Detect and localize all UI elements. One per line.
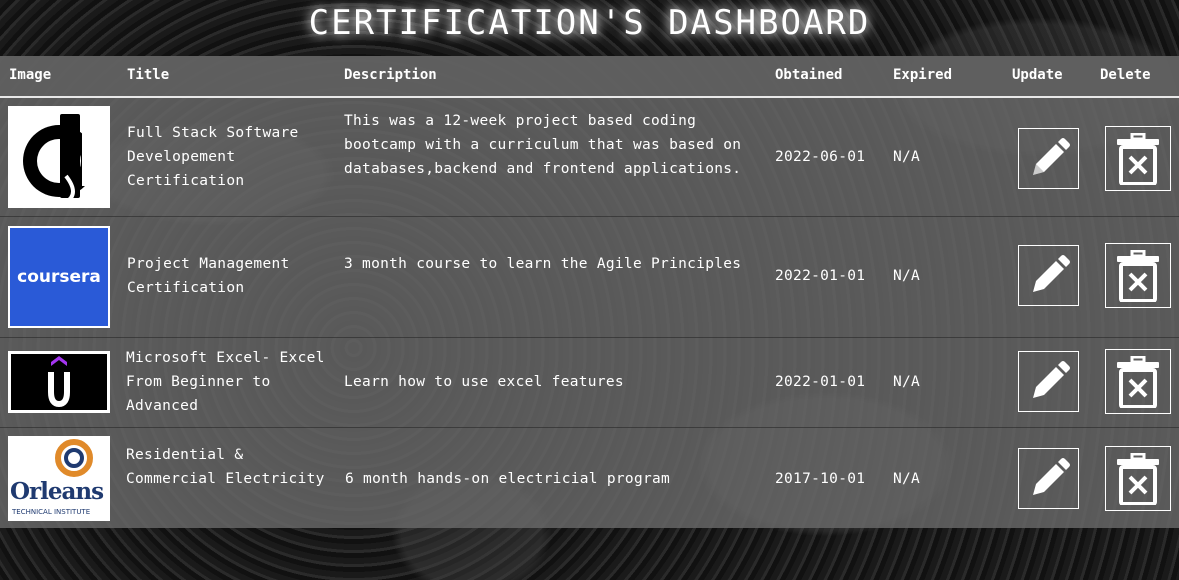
table-row: coursera Project Management Certificatio… [0, 217, 1179, 338]
trash-icon [1117, 249, 1159, 302]
cert-description: 3 month course to learn the Agile Princi… [344, 256, 742, 272]
header-update: Update [1012, 67, 1063, 83]
cert-obtained: 2022-01-01 [775, 374, 866, 390]
header-delete: Delete [1100, 67, 1151, 83]
orleans-logo-subtext: TECHNICAL INSTITUTE [12, 508, 91, 516]
cert-obtained: 2022-01-01 [775, 268, 866, 284]
update-button[interactable] [1018, 245, 1079, 306]
cert-expired: N/A [893, 149, 921, 165]
header-description: Description [344, 67, 437, 83]
update-button[interactable] [1018, 448, 1079, 509]
orleans-logo: Orleans TECHNICAL INSTITUTE [8, 436, 110, 521]
delete-button[interactable] [1105, 126, 1171, 191]
pencil-icon [1032, 360, 1070, 398]
cert-description: 6 month hands-on electricial program [345, 471, 671, 487]
pencil-icon [1032, 137, 1070, 175]
cert-title: Project Management Certification [127, 256, 290, 296]
udemy-logo [8, 351, 110, 413]
cert-expired: N/A [893, 268, 921, 284]
table-row: Full Stack Software Developement Certifi… [0, 98, 1179, 217]
update-button[interactable] [1018, 351, 1079, 412]
delete-button[interactable] [1105, 446, 1171, 511]
header-image: Image [9, 67, 52, 83]
cert-obtained: 2022-06-01 [775, 149, 866, 165]
coursera-logo: coursera [8, 226, 110, 328]
header-obtained: Obtained [775, 67, 843, 83]
trash-icon [1117, 452, 1159, 505]
cert-title: Full Stack Software Developement Certifi… [127, 125, 299, 189]
pencil-icon [1032, 254, 1070, 292]
delete-button[interactable] [1105, 349, 1171, 414]
cert-title: Microsoft Excel- Excel From Beginner to … [126, 350, 325, 414]
cert-expired: N/A [893, 374, 921, 390]
coursera-logo-text: coursera [17, 267, 101, 287]
update-button[interactable] [1018, 128, 1079, 189]
table-row: Orleans TECHNICAL INSTITUTE Residential … [0, 428, 1179, 529]
trash-icon [1117, 132, 1159, 185]
header-title: Title [127, 67, 170, 83]
cert-expired: N/A [893, 471, 921, 487]
table-header: Image Title Description Obtained Expired… [0, 56, 1179, 98]
trash-icon [1117, 355, 1159, 408]
cert-obtained: 2017-10-01 [775, 471, 866, 487]
header-expired: Expired [893, 67, 953, 83]
table-row: Microsoft Excel- Excel From Beginner to … [0, 338, 1179, 428]
cert-title: Residential & Commercial Electricity [126, 447, 325, 487]
cert-description: Learn how to use excel features [344, 374, 624, 390]
orleans-logo-text: Orleans [10, 478, 104, 505]
delete-button[interactable] [1105, 243, 1171, 308]
cert-description: This was a 12-week project based coding … [344, 113, 742, 177]
devmountain-logo [8, 106, 110, 208]
certifications-table: Image Title Description Obtained Expired… [0, 56, 1179, 528]
pencil-icon [1032, 457, 1070, 495]
page-title: CERTIFICATION'S DASHBOARD [308, 3, 871, 43]
